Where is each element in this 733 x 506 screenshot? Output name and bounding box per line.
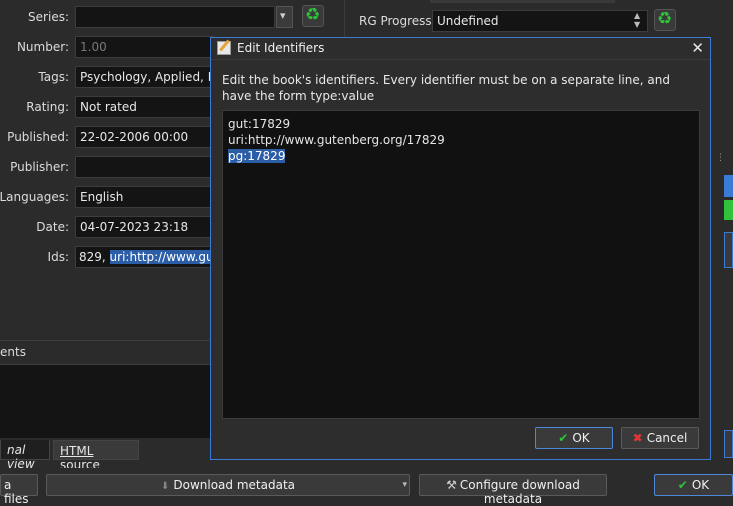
date-label: Date: <box>36 220 69 234</box>
series-input[interactable] <box>75 6 275 28</box>
publisher-input[interactable] <box>75 156 215 178</box>
side-button-2[interactable] <box>724 200 733 220</box>
cancel-icon: ✖ <box>632 431 643 445</box>
dialog-cancel-button[interactable]: ✖ Cancel <box>621 427 699 449</box>
edit-icon <box>217 41 231 55</box>
download-metadata-label: Download metadata <box>173 478 295 492</box>
side-button-4[interactable] <box>724 430 733 458</box>
number-input[interactable]: 1.00 <box>75 36 215 58</box>
dialog-description: Edit the book's identifiers. Every ident… <box>222 73 670 103</box>
dialog-ok-label: OK <box>572 431 590 445</box>
ids-label: Ids: <box>47 250 69 264</box>
download-metadata-button[interactable]: ⬇ Download metadata ▾ <box>46 474 410 496</box>
comments-editor[interactable] <box>0 364 210 438</box>
identifier-line: gut:17829 <box>228 117 291 131</box>
check-icon: ✔ <box>558 431 569 445</box>
dialog-titlebar: Edit Identifiers ✕ <box>211 38 710 60</box>
dialog-cancel-label: Cancel <box>646 431 688 445</box>
side-button-1[interactable] <box>724 175 733 197</box>
main-ok-label: OK <box>691 478 710 492</box>
rating-select[interactable]: Not rated <box>75 96 215 118</box>
series-dropdown-button[interactable] <box>276 6 293 28</box>
comments-divider <box>0 340 210 341</box>
rating-label: Rating: <box>26 100 69 114</box>
configure-download-label: Configure download metadata <box>459 478 580 506</box>
close-icon[interactable]: ✕ <box>691 39 704 57</box>
main-ok-button[interactable]: ✔ OK <box>654 474 733 496</box>
published-input[interactable]: 22-02-2006 00:00 <box>75 126 215 148</box>
right-panel-top-field <box>430 0 615 3</box>
rg-progress-input[interactable]: Undefined <box>432 10 648 32</box>
comments-label: ents <box>0 345 26 359</box>
identifier-line-selected: pg:17829 <box>228 149 286 163</box>
configure-download-button[interactable]: ⚒ Configure download metadata <box>419 474 607 506</box>
check-icon: ✔ <box>677 478 688 492</box>
ids-text: 829, <box>79 250 110 264</box>
rg-progress-clear-icon[interactable] <box>654 9 676 31</box>
panel-divider <box>344 0 345 40</box>
tools-icon: ⚒ <box>446 478 457 492</box>
published-label: Published: <box>7 130 69 144</box>
download-icon: ⬇ <box>160 481 170 492</box>
identifier-line: uri:http://www.gutenberg.org/17829 <box>228 133 445 147</box>
rg-progress-spin-icon[interactable]: ▲ ▼ <box>634 11 647 31</box>
languages-label: Languages: <box>0 190 69 204</box>
tags-input[interactable]: Psychology, Applied, Me <box>75 66 215 88</box>
edit-identifiers-dialog: Edit Identifiers ✕ Edit the book's ident… <box>210 37 711 460</box>
tags-label: Tags: <box>38 70 69 84</box>
dialog-ok-button[interactable]: ✔ OK <box>535 427 613 449</box>
dropdown-arrow-icon: ▾ <box>402 480 407 490</box>
splitter-handle[interactable]: ⋮ <box>716 154 725 175</box>
rg-progress-label: RG Progress: <box>359 14 436 28</box>
ids-selected-text: uri:http://www.guter <box>109 250 214 264</box>
identifiers-textarea[interactable]: gut:17829 uri:http://www.gutenberg.org/1… <box>222 110 700 419</box>
publisher-label: Publisher: <box>10 160 69 174</box>
tab-html-source[interactable]: HTML source <box>53 440 139 472</box>
series-clear-icon[interactable] <box>302 5 324 27</box>
ids-input[interactable]: 829, uri:http://www.guter <box>75 246 215 268</box>
data-files-button[interactable]: a files <box>0 474 38 506</box>
tab-normal-view[interactable]: nal view <box>0 440 50 471</box>
dialog-title: Edit Identifiers <box>237 41 325 55</box>
date-input[interactable]: 04-07-2023 23:18 <box>75 216 215 238</box>
languages-input[interactable]: English <box>75 186 215 208</box>
number-label: Number: <box>16 40 69 54</box>
side-button-3[interactable] <box>724 232 733 268</box>
series-label: Series: <box>28 10 69 24</box>
